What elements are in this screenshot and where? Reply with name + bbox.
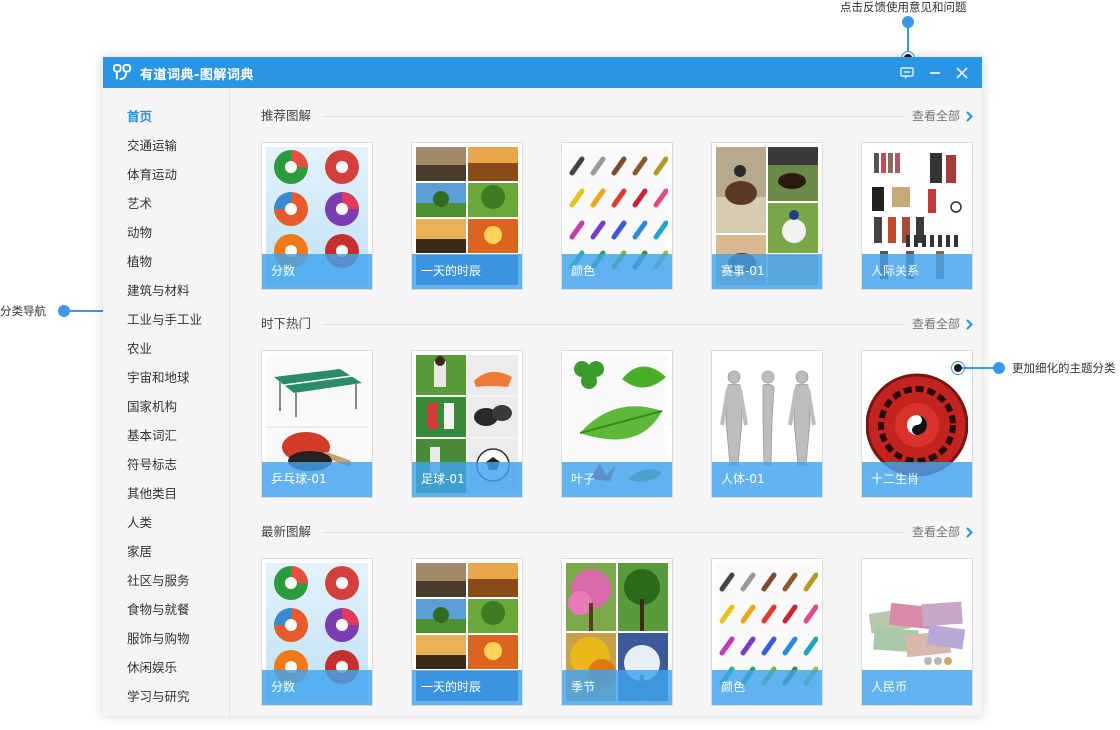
category-sidebar: 首页 交通运输 体育运动 艺术 动物 植物 建筑与材料 工业与手工业 农业 宇宙… xyxy=(103,88,230,716)
close-icon xyxy=(956,67,968,79)
sidebar-item-transport[interactable]: 交通运输 xyxy=(127,138,177,154)
youdao-logo-icon xyxy=(113,63,132,81)
view-all-label: 查看全部 xyxy=(912,317,961,331)
chevron-right-icon xyxy=(966,526,973,538)
window-title: 有道词典-图解词典 xyxy=(140,68,254,83)
card-colors[interactable]: 颜色 xyxy=(711,558,823,706)
card-colors[interactable]: 颜色 xyxy=(561,142,673,290)
sidebar-item-symbols[interactable]: 符号标志 xyxy=(127,457,177,473)
view-all-trending-link[interactable]: 查看全部 xyxy=(912,316,973,332)
sidebar-item-government[interactable]: 国家机构 xyxy=(127,399,177,415)
callout-feedback-line xyxy=(907,26,909,54)
sidebar-item-sports[interactable]: 体育运动 xyxy=(127,167,177,183)
sidebar-item-other[interactable]: 其他类目 xyxy=(127,486,177,502)
minimize-button[interactable] xyxy=(927,65,943,81)
callout-feedback-text: 点击反馈使用意见和问题 xyxy=(840,0,967,14)
card-label: 人体-01 xyxy=(712,462,822,497)
sidebar-item-humans[interactable]: 人类 xyxy=(127,515,152,531)
view-all-label: 查看全部 xyxy=(912,109,961,123)
card-fractions[interactable]: 分数 xyxy=(261,142,373,290)
view-all-label: 查看全部 xyxy=(912,525,961,539)
section-title-recommended: 推荐图解 xyxy=(261,108,312,123)
main-content: 推荐图解 查看全部 分数 一天的时辰 颜色 赛事-01 人际关系 时下热门 查看… xyxy=(231,88,982,716)
sidebar-item-agriculture[interactable]: 农业 xyxy=(127,341,152,357)
sidebar-item-leisure[interactable]: 休闲娱乐 xyxy=(127,660,177,676)
section-title-latest: 最新图解 xyxy=(261,524,312,539)
card-label: 十二生肖 xyxy=(862,462,972,497)
card-label: 一天的时辰 xyxy=(412,254,522,289)
card-label: 分数 xyxy=(262,670,372,705)
sidebar-item-arts[interactable]: 艺术 xyxy=(127,196,152,212)
sidebar-item-study[interactable]: 学习与研究 xyxy=(127,689,190,705)
minimize-icon xyxy=(930,72,940,74)
sidebar-item-home[interactable]: 首页 xyxy=(127,109,152,125)
callout-nav-text: 分类导航 xyxy=(0,304,46,318)
card-label: 赛事-01 xyxy=(712,254,822,289)
card-fractions[interactable]: 分数 xyxy=(261,558,373,706)
section-divider xyxy=(323,532,903,533)
section-divider xyxy=(323,324,903,325)
card-label: 分数 xyxy=(262,254,372,289)
sidebar-item-architecture[interactable]: 建筑与材料 xyxy=(127,283,190,299)
close-button[interactable] xyxy=(954,65,970,81)
chevron-right-icon xyxy=(966,110,973,122)
card-label: 乒乓球-01 xyxy=(262,462,372,497)
card-leaves[interactable]: 叶子 xyxy=(561,350,673,498)
section-divider xyxy=(323,116,903,117)
view-all-recommended-link[interactable]: 查看全部 xyxy=(912,108,973,124)
view-all-latest-link[interactable]: 查看全部 xyxy=(912,524,973,540)
card-label: 人际关系 xyxy=(862,254,972,289)
card-label: 足球-01 xyxy=(412,462,522,497)
callout-topics-line xyxy=(962,367,998,369)
card-label: 颜色 xyxy=(712,670,822,705)
card-soccer[interactable]: 足球-01 xyxy=(411,350,523,498)
feedback-icon xyxy=(900,66,914,79)
card-label: 一天的时辰 xyxy=(412,670,522,705)
card-rmb[interactable]: 人民币 xyxy=(861,558,973,706)
section-title-trending: 时下热门 xyxy=(261,316,312,331)
title-bar[interactable]: 有道词典-图解词典 xyxy=(103,57,982,88)
card-label: 人民币 xyxy=(862,670,972,705)
card-human-body[interactable]: 人体-01 xyxy=(711,350,823,498)
card-times-of-day[interactable]: 一天的时辰 xyxy=(411,142,523,290)
card-table-tennis[interactable]: 乒乓球-01 xyxy=(261,350,373,498)
sidebar-item-animals[interactable]: 动物 xyxy=(127,225,152,241)
feedback-button[interactable] xyxy=(899,65,915,81)
sidebar-item-community[interactable]: 社区与服务 xyxy=(127,573,190,589)
sidebar-item-plants[interactable]: 植物 xyxy=(127,254,152,270)
card-label: 叶子 xyxy=(562,462,672,497)
sidebar-item-industry[interactable]: 工业与手工业 xyxy=(127,312,202,328)
sidebar-item-home-living[interactable]: 家居 xyxy=(127,544,152,560)
stage: 点击反馈使用意见和问题 分类导航 更加细化的主题分类 有道词典-图解词典 首页 … xyxy=(0,0,1120,730)
sidebar-item-food[interactable]: 食物与就餐 xyxy=(127,602,190,618)
app-window: 有道词典-图解词典 首页 交通运输 体育运动 艺术 动物 植物 建筑与材料 工业… xyxy=(103,57,982,716)
chevron-right-icon xyxy=(966,318,973,330)
sidebar-item-universe[interactable]: 宇宙和地球 xyxy=(127,370,190,386)
card-label: 颜色 xyxy=(562,254,672,289)
card-times-of-day[interactable]: 一天的时辰 xyxy=(411,558,523,706)
sidebar-item-clothing[interactable]: 服饰与购物 xyxy=(127,631,190,647)
card-event[interactable]: 赛事-01 xyxy=(711,142,823,290)
card-seasons[interactable]: 季节 xyxy=(561,558,673,706)
callout-topics-text: 更加细化的主题分类 xyxy=(1012,361,1116,375)
card-label: 季节 xyxy=(562,670,672,705)
sidebar-item-basic-words[interactable]: 基本词汇 xyxy=(127,428,177,444)
card-relationships[interactable]: 人际关系 xyxy=(861,142,973,290)
